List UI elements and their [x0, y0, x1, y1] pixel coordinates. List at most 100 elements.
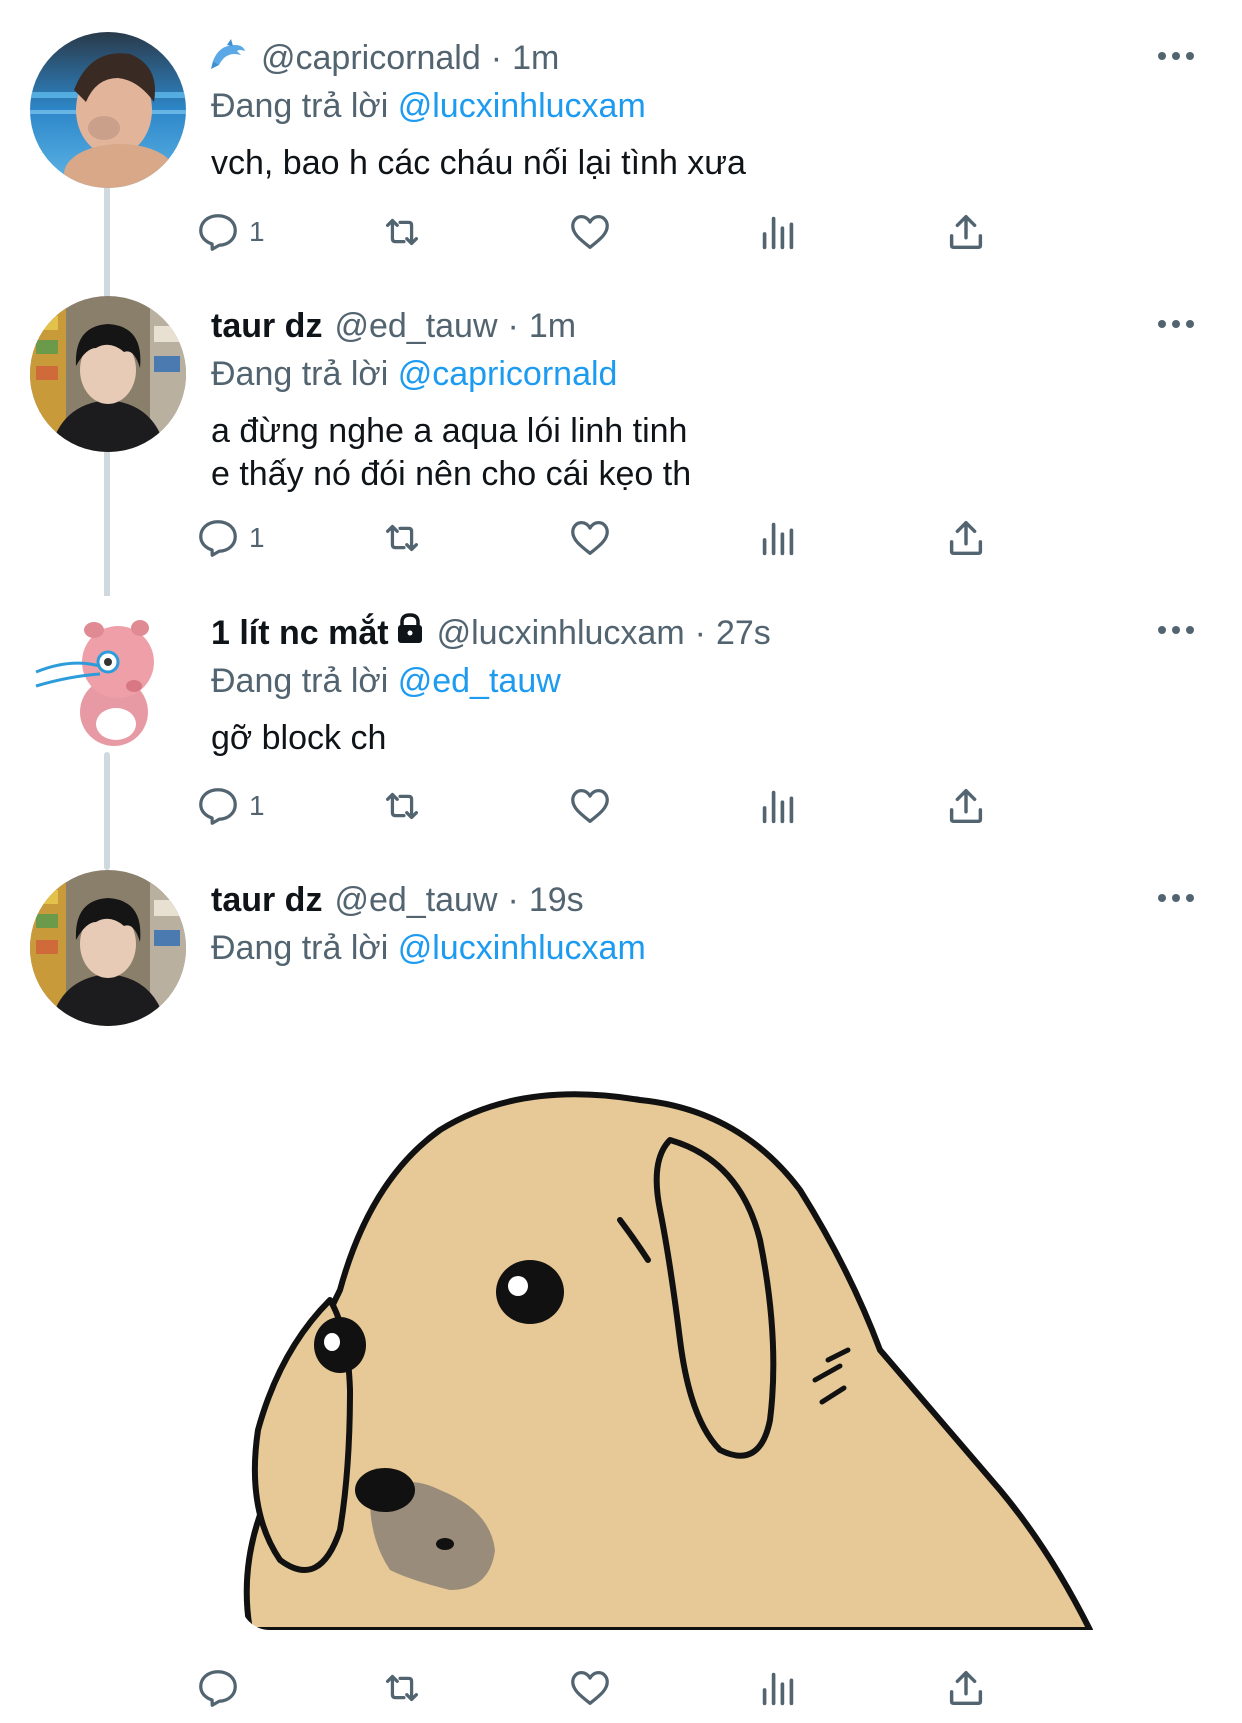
- separator: ·: [507, 307, 519, 345]
- man-hoodie-photo-icon: [30, 296, 186, 452]
- share-button[interactable]: [943, 1660, 989, 1716]
- reply-button[interactable]: [195, 1660, 249, 1716]
- reply-icon: [199, 788, 237, 825]
- user-handle[interactable]: @capricornald: [261, 38, 481, 78]
- action-bar: 1: [199, 204, 1091, 260]
- retweet-button[interactable]: [379, 204, 425, 260]
- reply-prefix: Đang trả lời: [211, 355, 389, 393]
- timestamp[interactable]: 19s: [529, 880, 584, 920]
- thread-line: [104, 447, 110, 605]
- share-icon: [949, 214, 983, 250]
- avatar[interactable]: [30, 596, 186, 752]
- share-icon: [949, 1670, 983, 1706]
- reply-count: 1: [249, 790, 265, 821]
- reply-prefix: Đang trả lời: [211, 662, 389, 700]
- reply-button[interactable]: 1: [195, 510, 265, 566]
- like-button[interactable]: [567, 1660, 613, 1716]
- thread-line: [104, 752, 110, 870]
- tweet-header: taur dz @ed_tauw · 19s: [211, 880, 1202, 920]
- action-bar: 1: [199, 778, 1091, 834]
- heart-icon: [571, 789, 609, 823]
- reply-context: Đang trả lời @ed_tauw: [211, 659, 1202, 703]
- like-button[interactable]: [567, 510, 613, 566]
- share-icon: [949, 520, 983, 556]
- retweet-icon: [385, 1674, 419, 1702]
- mention-link[interactable]: @lucxinhlucxam: [398, 929, 646, 967]
- retweet-icon: [385, 524, 419, 552]
- tweet-text-line: vch, bao h các cháu nối lại tình xưa: [211, 144, 746, 182]
- retweet-button[interactable]: [379, 1660, 425, 1716]
- tweet-text-line: a đừng nghe a aqua lói linh tinh: [211, 412, 688, 450]
- heart-icon: [571, 521, 609, 555]
- like-button[interactable]: [567, 778, 613, 834]
- mention-link[interactable]: @capricornald: [398, 355, 618, 393]
- tweet-header: taur dz @ed_tauw · 1m: [211, 306, 1202, 346]
- user-handle[interactable]: @ed_tauw: [334, 880, 497, 920]
- thread-line: [104, 178, 110, 300]
- heart-icon: [571, 215, 609, 249]
- retweet-icon: [385, 218, 419, 246]
- user-handle[interactable]: @ed_tauw: [334, 306, 497, 346]
- reply-button[interactable]: 1: [195, 778, 265, 834]
- dolphin-icon: [211, 38, 247, 78]
- mention-link[interactable]: @ed_tauw: [398, 662, 561, 700]
- views-button[interactable]: [755, 510, 801, 566]
- retweet-button[interactable]: [379, 510, 425, 566]
- views-icon: [762, 790, 794, 824]
- reply-icon: [199, 520, 237, 557]
- share-button[interactable]: [943, 778, 989, 834]
- timestamp[interactable]: 1m: [512, 38, 559, 78]
- share-icon: [949, 788, 983, 824]
- retweet-button[interactable]: [379, 778, 425, 834]
- like-button[interactable]: [567, 204, 613, 260]
- separator: ·: [694, 613, 706, 652]
- swimmer-photo-icon: [30, 32, 186, 188]
- reply-count: 1: [249, 216, 265, 247]
- views-icon: [762, 216, 794, 250]
- avatar[interactable]: [30, 32, 186, 188]
- share-button[interactable]: [943, 510, 989, 566]
- views-button[interactable]: [755, 1660, 801, 1716]
- reply-icon: [199, 1670, 237, 1707]
- timestamp[interactable]: 27s: [716, 613, 771, 653]
- man-hoodie-photo-icon: [30, 870, 186, 1026]
- reply-icon: [199, 214, 237, 251]
- display-name[interactable]: taur dz: [211, 306, 322, 346]
- separator: ·: [507, 881, 519, 919]
- action-bar: [199, 1660, 1091, 1716]
- share-button[interactable]: [943, 204, 989, 260]
- avatar[interactable]: [30, 870, 186, 1026]
- timestamp[interactable]: 1m: [529, 306, 576, 346]
- views-icon: [762, 522, 794, 556]
- display-name[interactable]: 1 lít nc mắt: [211, 613, 389, 653]
- reply-context: Đang trả lời @lucxinhlucxam: [211, 84, 1202, 128]
- reply-prefix: Đang trả lời: [211, 87, 389, 125]
- tweet-header: 1 lít nc mắt @lucxinhlucxam · 27s: [211, 612, 1202, 653]
- tweet-text: a đừng nghe a aqua lói linh tinh e thấy …: [211, 410, 1202, 496]
- user-handle[interactable]: @lucxinhlucxam: [437, 613, 685, 653]
- mention-link[interactable]: @lucxinhlucxam: [398, 87, 646, 125]
- views-button[interactable]: [755, 778, 801, 834]
- reply-button[interactable]: 1: [195, 204, 265, 260]
- tweet-text: vch, bao h các cháu nối lại tình xưa: [211, 142, 1202, 185]
- action-bar: 1: [199, 510, 1091, 566]
- lock-icon: [395, 612, 425, 653]
- tweet-text-line: gỡ block ch: [211, 719, 387, 757]
- reply-count: 1: [249, 522, 265, 553]
- display-name[interactable]: taur dz: [211, 880, 322, 920]
- reply-prefix: Đang trả lời: [211, 929, 389, 967]
- heart-icon: [571, 1671, 609, 1705]
- retweet-icon: [385, 792, 419, 820]
- tweet-text: gỡ block ch: [211, 717, 1202, 760]
- reply-context: Đang trả lời @capricornald: [211, 352, 1202, 396]
- tweet-header: @capricornald · 1m: [211, 38, 1202, 78]
- views-icon: [762, 1672, 794, 1706]
- cartoon-dog-sticker-icon: [243, 1091, 1093, 1630]
- separator: ·: [490, 39, 503, 77]
- reply-context: Đang trả lời @lucxinhlucxam: [211, 926, 1202, 970]
- tweet-text-line: e thấy nó đói nên cho cái kẹo th: [211, 455, 692, 493]
- views-button[interactable]: [755, 204, 801, 260]
- pink-beaver-cartoon-icon: [30, 596, 186, 752]
- avatar[interactable]: [30, 296, 186, 452]
- media-image[interactable]: [240, 1090, 1130, 1630]
